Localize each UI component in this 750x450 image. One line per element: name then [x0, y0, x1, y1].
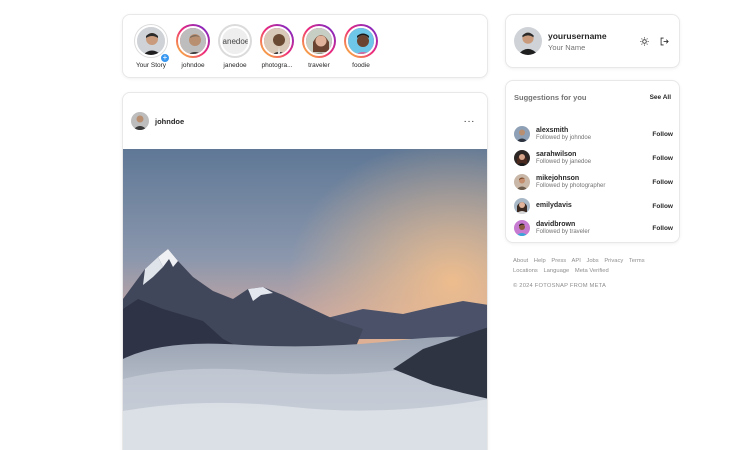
suggestion-username[interactable]: emilydavis [536, 202, 572, 209]
post-username[interactable]: johndoe [155, 117, 184, 126]
story-foodie[interactable]: foodie [341, 24, 381, 69]
more-options-icon[interactable]: ··· [464, 116, 476, 127]
footer-link-language[interactable]: Language [543, 268, 569, 274]
follow-button[interactable]: Follow [652, 131, 673, 138]
story-ring: janedoe [218, 24, 252, 58]
story-photographer[interactable]: photogra... [257, 24, 297, 69]
footer-links: About Help Press API Jobs Privacy Terms … [513, 256, 673, 276]
story-ring [302, 24, 336, 58]
follow-button[interactable]: Follow [652, 179, 673, 186]
suggestion-item: emilydavis Follow [514, 194, 673, 218]
story-ring [260, 24, 294, 58]
avatar [262, 26, 292, 56]
story-janedoe[interactable]: janedoe janedoe [215, 24, 255, 69]
copyright: © 2024 FOTOSNAP FROM META [513, 283, 607, 289]
profile-name: Your Name [548, 42, 586, 52]
footer-link-privacy[interactable]: Privacy [604, 258, 623, 264]
sidebar-footer: About Help Press API Jobs Privacy Terms … [513, 256, 673, 289]
story-label: traveler [308, 62, 330, 69]
suggestion-item: alexsmith Followed by johndoe Follow [514, 122, 673, 146]
avatar [346, 26, 376, 56]
footer-link-help[interactable]: Help [534, 258, 546, 264]
suggestion-subtitle: Followed by janedoe [536, 159, 592, 165]
post-card: johndoe ··· [122, 92, 488, 450]
footer-link-about[interactable]: About [513, 258, 528, 264]
avatar[interactable] [514, 126, 530, 142]
suggestion-item: davidbrown Followed by traveler Follow [514, 216, 673, 240]
story-traveler[interactable]: traveler [299, 24, 339, 69]
story-label: Your Story [135, 62, 167, 69]
add-story-icon[interactable]: + [160, 53, 170, 63]
suggestion-subtitle: Followed by traveler [536, 229, 590, 235]
suggestion-username[interactable]: sarahwilson [536, 151, 591, 158]
footer-link-api[interactable]: API [571, 258, 580, 264]
footer-link-jobs[interactable]: Jobs [586, 258, 598, 264]
follow-button[interactable]: Follow [652, 203, 673, 210]
footer-link-terms[interactable]: Terms [629, 258, 645, 264]
logout-icon[interactable] [657, 34, 671, 48]
profile-username[interactable]: yourusername [548, 31, 607, 41]
suggestion-username[interactable]: alexsmith [536, 127, 591, 134]
story-label: johndoe [181, 62, 205, 69]
suggestions-header: Suggestions for you See All [514, 81, 671, 113]
story-label: janedoe [223, 62, 247, 69]
story-label: foodie [352, 62, 370, 69]
stories-bar: + Your Story johndoe janedoe janedoe pho… [122, 14, 488, 78]
avatar[interactable] [514, 150, 530, 166]
avatar[interactable] [514, 220, 530, 236]
avatar [178, 26, 208, 56]
avatar: janedoe [220, 26, 250, 56]
post-image[interactable] [123, 149, 487, 450]
see-all-link[interactable]: See All [650, 94, 671, 101]
story-ring [176, 24, 210, 58]
follow-button[interactable]: Follow [652, 155, 673, 162]
footer-link-locations[interactable]: Locations [513, 268, 538, 274]
avatar[interactable] [514, 174, 530, 190]
suggestion-item: mikejohnson Followed by photographer Foll… [514, 170, 673, 194]
suggestion-subtitle: Followed by johndoe [536, 135, 592, 141]
follow-button[interactable]: Follow [652, 225, 673, 232]
suggestion-username[interactable]: davidbrown [536, 221, 590, 228]
avatar[interactable] [514, 198, 530, 214]
story-label: photogra... [261, 62, 293, 69]
story-ring [344, 24, 378, 58]
footer-link-meta-verified[interactable]: Meta Verified [575, 268, 609, 274]
suggestion-item: sarahwilson Followed by janedoe Follow [514, 146, 673, 170]
suggestions-title: Suggestions for you [514, 92, 587, 102]
footer-link-press[interactable]: Press [551, 258, 566, 264]
avatar[interactable] [131, 112, 149, 130]
theme-toggle-sun-icon[interactable] [637, 34, 651, 48]
suggestion-username[interactable]: mikejohnson [536, 175, 605, 182]
suggestions-card: Suggestions for you See All alexsmith Fol… [505, 80, 680, 243]
story-johndoe[interactable]: johndoe [173, 24, 213, 69]
avatar [304, 26, 334, 56]
suggestion-subtitle: Followed by photographer [536, 183, 606, 189]
profile-card: yourusername Your Name [505, 14, 680, 68]
avatar[interactable] [514, 27, 542, 55]
story-your-story[interactable]: + Your Story [131, 24, 171, 69]
post-header: johndoe ··· [123, 93, 487, 149]
